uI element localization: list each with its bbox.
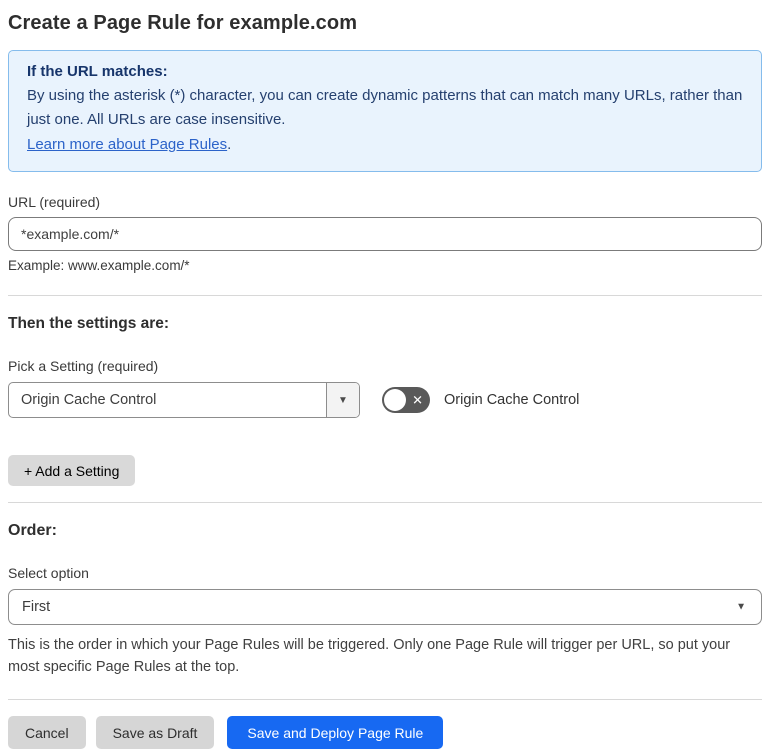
save-as-draft-button[interactable]: Save as Draft — [95, 716, 215, 749]
setting-row: Origin Cache Control ▼ ✕ Origin Cache Co… — [8, 382, 762, 418]
info-box-body: By using the asterisk (*) character, you… — [27, 87, 743, 128]
url-field-label: URL (required) — [8, 194, 101, 210]
toggle-off-x-icon: ✕ — [412, 392, 423, 408]
learn-more-link[interactable]: Learn more about Page Rules — [27, 136, 227, 153]
toggle-label: Origin Cache Control — [444, 392, 580, 408]
pick-setting-label: Pick a Setting (required) — [8, 358, 159, 374]
order-select-value: First — [22, 599, 51, 615]
add-setting-button[interactable]: + Add a Setting — [8, 455, 136, 486]
divider — [8, 502, 762, 503]
url-example-helper: Example: www.example.com/* — [8, 258, 190, 273]
info-link-suffix: . — [227, 136, 232, 153]
order-helper-text: This is the order in which your Page Rul… — [8, 637, 731, 675]
url-match-info-box: If the URL matches: By using the asteris… — [8, 50, 762, 172]
divider — [8, 699, 762, 700]
info-box-heading: If the URL matches: — [27, 63, 168, 80]
setting-select-value: Origin Cache Control — [21, 392, 157, 408]
footer-actions: Cancel Save as Draft Save and Deploy Pag… — [8, 716, 762, 749]
divider — [8, 295, 762, 296]
page-title: Create a Page Rule for example.com — [8, 12, 358, 34]
setting-select[interactable]: Origin Cache Control ▼ — [8, 382, 360, 418]
origin-cache-control-toggle[interactable]: ✕ — [382, 387, 430, 413]
info-link-line: Learn more about Page Rules. — [27, 133, 743, 157]
toggle-knob — [384, 389, 406, 411]
chevron-down-icon: ▼ — [338, 394, 348, 406]
setting-select-arrow-button[interactable]: ▼ — [326, 383, 359, 417]
cancel-button[interactable]: Cancel — [8, 716, 86, 749]
order-select[interactable]: First ▼ — [8, 589, 762, 625]
create-page-rule-form: Create a Page Rule for example.com If th… — [0, 0, 770, 749]
order-section-heading: Order: — [8, 522, 57, 539]
order-select-label: Select option — [8, 565, 89, 581]
save-and-deploy-button[interactable]: Save and Deploy Page Rule — [227, 716, 444, 749]
settings-section-heading: Then the settings are: — [8, 315, 170, 332]
chevron-down-icon: ▼ — [736, 601, 746, 613]
url-input[interactable] — [8, 217, 762, 251]
